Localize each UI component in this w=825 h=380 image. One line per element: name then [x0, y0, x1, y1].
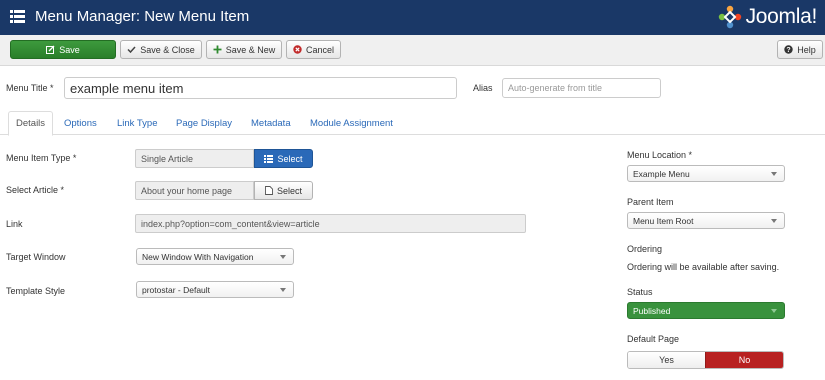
default-page-no[interactable]: No — [705, 352, 783, 368]
app-header: Menu Manager: New Menu Item Joomla! — [0, 0, 825, 35]
menu-title-input[interactable]: example menu item — [64, 77, 457, 99]
logo-text: Joomla! — [745, 5, 818, 28]
menu-item-type-field: Single Article — [135, 149, 254, 168]
alias-input[interactable]: Auto-generate from title — [502, 78, 661, 98]
cancel-label: Cancel — [305, 44, 334, 55]
file-icon — [265, 186, 273, 195]
ordering-label: Ordering — [627, 244, 663, 254]
target-window-value: New Window With Navigation — [142, 251, 254, 262]
alias-label: Alias — [473, 83, 493, 93]
template-style-select[interactable]: protostar - Default — [136, 281, 294, 298]
chevron-down-icon — [280, 255, 286, 259]
menu-location-label: Menu Location * — [627, 150, 693, 160]
tab-link-type[interactable]: Link Type — [110, 111, 165, 135]
svg-text:?: ? — [787, 47, 791, 54]
menu-location-value: Example Menu — [633, 168, 690, 179]
joomla-logo-icon — [718, 5, 741, 29]
tab-page-display[interactable]: Page Display — [169, 111, 239, 135]
template-style-label: Template Style — [6, 286, 66, 296]
default-page-yes[interactable]: Yes — [628, 352, 705, 368]
target-window-select[interactable]: New Window With Navigation — [136, 248, 294, 265]
parent-item-value: Menu Item Root — [633, 215, 694, 226]
select-article-button[interactable]: Select — [254, 181, 313, 200]
tab-options[interactable]: Options — [57, 111, 104, 135]
question-icon: ? — [784, 45, 793, 54]
chevron-down-icon — [771, 219, 777, 223]
default-page-toggle: Yes No — [627, 351, 784, 369]
toolbar: Save Save & Close Save & New Cancel ? He… — [0, 35, 825, 66]
save-new-button[interactable]: Save & New — [206, 40, 282, 59]
page-title: Menu Manager: New Menu Item — [35, 8, 250, 25]
ordering-text: Ordering will be available after saving. — [627, 262, 780, 272]
save-close-label: Save & Close — [140, 44, 195, 55]
chevron-down-icon — [771, 309, 777, 313]
parent-item-select[interactable]: Menu Item Root — [627, 212, 785, 229]
save-label: Save — [59, 44, 80, 55]
chevron-down-icon — [771, 172, 777, 176]
target-window-label: Target Window — [6, 252, 66, 262]
template-style-value: protostar - Default — [142, 284, 211, 295]
parent-item-label: Parent Item — [627, 197, 674, 207]
article-field: About your home page — [135, 181, 254, 200]
edit-icon — [46, 45, 55, 54]
status-value: Published — [633, 305, 671, 316]
select-article-label: Select Article * — [6, 185, 65, 195]
joomla-logo: Joomla! — [718, 4, 817, 30]
plus-icon — [213, 45, 222, 54]
cancel-circle-icon — [293, 45, 302, 54]
cancel-button[interactable]: Cancel — [286, 40, 341, 59]
status-select[interactable]: Published — [627, 302, 785, 319]
tab-module-assignment[interactable]: Module Assignment — [303, 111, 400, 135]
save-button[interactable]: Save — [10, 40, 116, 59]
check-icon — [127, 46, 136, 54]
menu-title-label: Menu Title * — [6, 83, 54, 93]
menu-item-type-label: Menu Item Type * — [6, 153, 77, 163]
menu-list-icon — [10, 10, 25, 23]
save-new-label: Save & New — [225, 44, 276, 55]
menu-location-select[interactable]: Example Menu — [627, 165, 785, 182]
help-label: Help — [797, 44, 816, 55]
select-menu-item-type-button[interactable]: Select — [254, 149, 313, 168]
select-type-label: Select — [277, 153, 303, 164]
default-page-label: Default Page — [627, 334, 680, 344]
link-field: index.php?option=com_content&view=articl… — [135, 214, 526, 233]
save-close-button[interactable]: Save & Close — [120, 40, 202, 59]
tab-metadata[interactable]: Metadata — [244, 111, 298, 135]
tab-bar: Details Options Link Type Page Display M… — [0, 109, 825, 136]
list-icon — [264, 154, 274, 163]
status-label: Status — [627, 287, 653, 297]
link-label: Link — [6, 219, 23, 229]
chevron-down-icon — [280, 288, 286, 292]
help-button[interactable]: ? Help — [777, 40, 823, 59]
select-article-label-text: Select — [276, 185, 302, 196]
tab-details[interactable]: Details — [8, 111, 54, 136]
